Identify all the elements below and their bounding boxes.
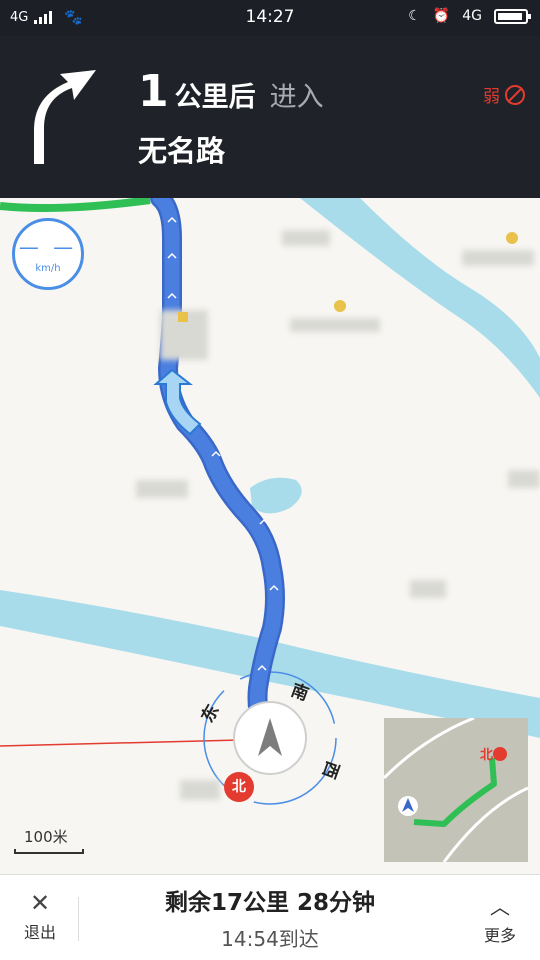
scale-label: 100米 [24, 828, 68, 846]
more-button[interactable]: ︿ 更多 [468, 875, 532, 960]
close-icon: ✕ [29, 889, 51, 917]
chevron-up-icon: ︿ [490, 895, 510, 919]
remaining-summary: 剩余17公里 28分钟 [164, 890, 376, 916]
battery-icon [494, 8, 531, 24]
satellite-icon [505, 84, 525, 105]
map-view[interactable]: — — km/h 东 南 西 北 100米 北 [0, 198, 540, 874]
maneuver-action: 进入 [269, 82, 324, 113]
map-label [180, 780, 220, 800]
navigation-header[interactable]: 1 公里后 进入 无名路 弱 [0, 36, 540, 198]
poi-icon[interactable] [332, 298, 348, 314]
overview-minimap[interactable]: 北 [384, 718, 528, 862]
exit-label: 退出 [23, 923, 56, 942]
divider [78, 897, 79, 941]
turn-right-arrow-icon [34, 70, 96, 164]
gps-signal-indicator[interactable]: 弱 [483, 82, 526, 107]
road-name: 无名路 [138, 134, 226, 168]
status-right: ☾ ⏰ 4G [408, 8, 531, 24]
map-label [462, 250, 534, 266]
arrival-time: 14:54到达 [221, 927, 319, 951]
map-scale: 100米 [14, 826, 84, 854]
distance-value: 1 [138, 66, 169, 117]
poi-icon[interactable] [176, 310, 190, 324]
speed-value: — — [18, 235, 78, 259]
traveled-route [0, 198, 151, 212]
gps-signal-label: 弱 [483, 87, 500, 107]
scale-bar [14, 849, 84, 854]
pond [250, 477, 302, 514]
bottom-bar: ✕ 退出 剩余17公里 28分钟 14:54到达 ︿ 更多 [0, 874, 540, 960]
map-label [410, 580, 446, 598]
minimap-canvas [384, 718, 528, 862]
map-label [508, 470, 540, 488]
network-type-right: 4G [462, 8, 482, 24]
moon-icon: ☾ [408, 8, 421, 24]
speed-unit: km/h [35, 263, 61, 274]
alarm-icon: ⏰ [432, 8, 451, 24]
status-bar: 4G 🐾 14:27 ☾ ⏰ 4G [0, 0, 540, 36]
more-label: 更多 [483, 926, 516, 945]
exit-button[interactable]: ✕ 退出 [0, 875, 80, 960]
north-badge: 北 [224, 772, 254, 802]
distance-unit: 公里后 [174, 82, 256, 113]
map-label [290, 318, 380, 332]
map-label [136, 480, 188, 498]
map-label [282, 230, 330, 246]
distance-instruction: 1 公里后 进入 [138, 66, 324, 117]
route-direction-chevrons [167, 216, 279, 671]
poi-icon[interactable] [504, 230, 520, 246]
minimap-north-label: 北 [480, 748, 494, 763]
speed-indicator: — — km/h [12, 218, 84, 290]
